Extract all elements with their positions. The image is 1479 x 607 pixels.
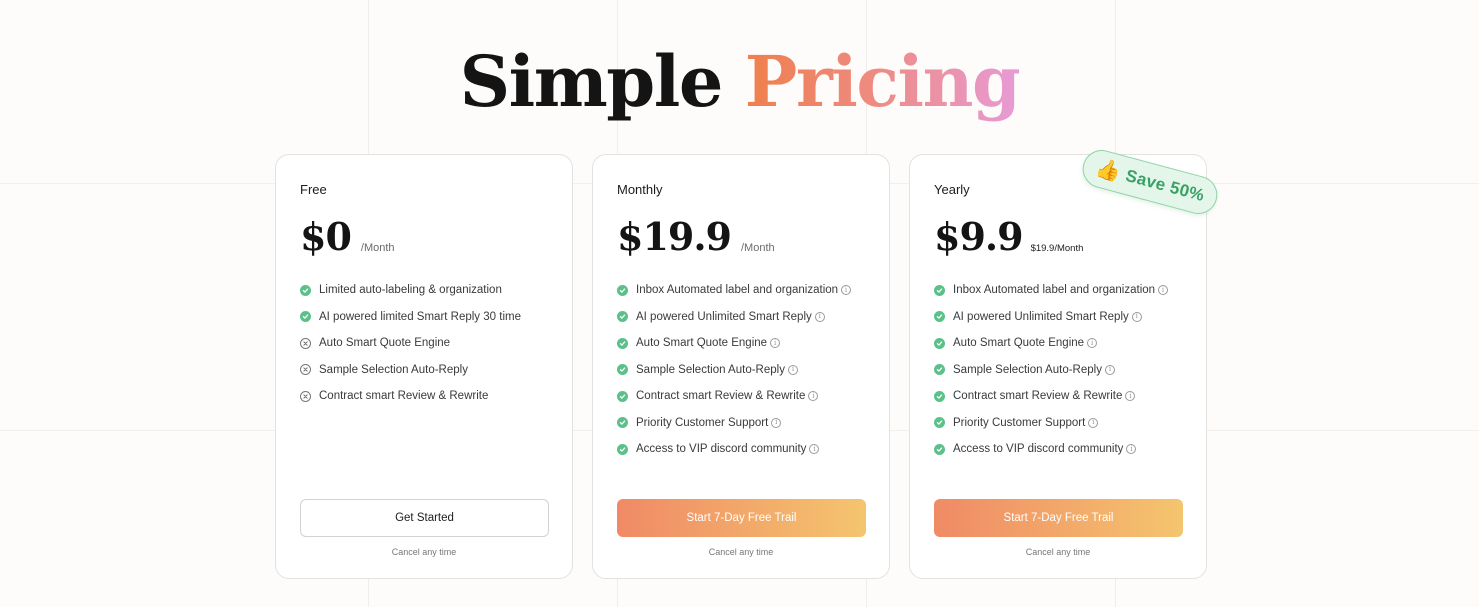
feature-item: Contract smart Review & Rewrite i [617,383,851,410]
feature-text: Inbox Automated label and organization [953,284,1156,297]
feature-item: Sample Selection Auto-Reply i [934,357,1168,384]
feature-item: Access to VIP discord community i [934,436,1168,463]
feature-item: AI powered Unlimited Smart Reply i [934,304,1168,331]
feature-text: Sample Selection Auto-Reply [319,363,468,376]
feature-item: AI powered Unlimited Smart Reply i [617,304,851,331]
check-icon [300,284,311,296]
feature-item: Priority Customer Support i [934,410,1168,437]
price-row: $9.9 $19.9/Month [934,213,1083,261]
thumbs-up-icon: 👍 [1093,156,1123,185]
feature-item: Access to VIP discord community i [617,436,851,463]
feature-item: Auto Smart Quote Engine i [617,330,851,357]
feature-text: AI powered Unlimited Smart Reply [953,310,1129,323]
feature-item: Inbox Automated label and organization i [617,277,852,304]
feature-list: Limited auto-labeling & organization AI p… [300,277,521,410]
info-icon[interactable]: i [770,338,781,349]
check-icon [934,284,945,296]
plan-price: $0 [300,214,352,259]
feature-item: AI powered limited Smart Reply 30 time [300,304,521,331]
plan-period: /Month [360,242,395,254]
check-icon [300,311,311,323]
cross-circle-icon [300,337,311,349]
feature-list: Inbox Automated label and organization i A… [617,277,852,463]
feature-item: Contract smart Review & Rewrite [300,383,521,410]
feature-list: Inbox Automated label and organization i A… [934,277,1169,463]
feature-text: Limited auto-labeling & organization [319,284,502,297]
feature-text: Access to VIP discord community [636,443,807,456]
check-icon [934,443,945,455]
feature-text: Contract smart Review & Rewrite [636,390,806,403]
feature-text: Priority Customer Support [953,416,1086,429]
feature-item: Sample Selection Auto-Reply i [617,357,851,384]
check-icon [934,337,945,349]
feature-item: Contract smart Review & Rewrite i [934,383,1168,410]
info-icon[interactable]: i [1126,444,1137,455]
check-icon [617,364,628,376]
cross-circle-icon [300,390,311,402]
plan-price: $9.9 [934,214,1024,259]
start-trial-button-monthly[interactable]: Start 7-Day Free Trail [617,499,866,537]
price-row: $0 /Month [300,213,395,261]
check-icon [617,284,628,296]
check-icon [617,417,628,429]
cancel-note: Cancel any time [1025,547,1091,557]
info-icon[interactable]: i [808,391,819,402]
plan-period: /Month [741,242,775,254]
feature-text: Priority Customer Support [636,416,769,429]
info-icon[interactable]: i [1125,391,1136,402]
info-icon[interactable]: i [771,417,782,428]
feature-item: Limited auto-labeling & organization [300,277,521,304]
check-icon [934,364,945,376]
feature-item: Auto Smart Quote Engine i [934,330,1168,357]
info-icon[interactable]: i [841,285,852,296]
feature-item: Sample Selection Auto-Reply [300,357,521,384]
feature-text: Inbox Automated label and organization [636,284,839,297]
info-icon[interactable]: i [1158,285,1169,296]
check-icon [617,390,628,402]
check-icon [617,311,628,323]
cancel-note: Cancel any time [708,547,774,557]
info-icon[interactable]: i [1087,338,1098,349]
start-trial-button-yearly[interactable]: Start 7-Day Free Trail [934,499,1183,537]
info-icon[interactable]: i [1104,364,1115,375]
info-icon[interactable]: i [787,364,798,375]
plan-name: Monthly [617,182,663,197]
plan-card-yearly: Yearly $9.9 $19.9/Month Inbox Automated … [909,154,1207,579]
check-icon [934,311,945,323]
get-started-button[interactable]: Get Started [300,499,549,537]
plan-card-free: Free $0 /Month Limited auto-labeling & o… [275,154,573,579]
cross-circle-icon [300,364,311,376]
check-icon [617,337,628,349]
feature-text: Access to VIP discord community [953,443,1124,456]
info-icon[interactable]: i [1131,311,1142,322]
plan-card-monthly: Monthly $19.9 /Month Inbox Automated lab… [592,154,890,579]
plan-name: Yearly [934,182,970,197]
feature-text: Sample Selection Auto-Reply [636,363,785,376]
info-icon[interactable]: i [814,311,825,322]
plan-original-price: $19.9/Month [1030,243,1084,254]
feature-text: Sample Selection Auto-Reply [953,363,1102,376]
feature-item: Priority Customer Support i [617,410,851,437]
check-icon [617,443,628,455]
check-icon [934,390,945,402]
cancel-note: Cancel any time [391,547,457,557]
feature-text: Auto Smart Quote Engine [636,337,768,350]
feature-text: AI powered limited Smart Reply 30 time [319,310,521,323]
info-icon[interactable]: i [1088,417,1099,428]
feature-text: AI powered Unlimited Smart Reply [636,310,812,323]
feature-text: Contract smart Review & Rewrite [953,390,1123,403]
feature-text: Contract smart Review & Rewrite [319,390,489,403]
page-title-part2: Pricing [744,40,1021,123]
page-title-part1: Simple [459,40,724,123]
feature-text: Auto Smart Quote Engine [319,337,451,350]
price-row: $19.9 /Month [617,213,775,261]
info-icon[interactable]: i [809,444,820,455]
check-icon [934,417,945,429]
feature-item: Inbox Automated label and organization i [934,277,1169,304]
plan-name: Free [300,182,327,197]
feature-item: Auto Smart Quote Engine [300,330,521,357]
feature-text: Auto Smart Quote Engine [953,337,1085,350]
page-title: Simple Pricing [0,38,1479,126]
plan-price: $19.9 [617,214,732,259]
